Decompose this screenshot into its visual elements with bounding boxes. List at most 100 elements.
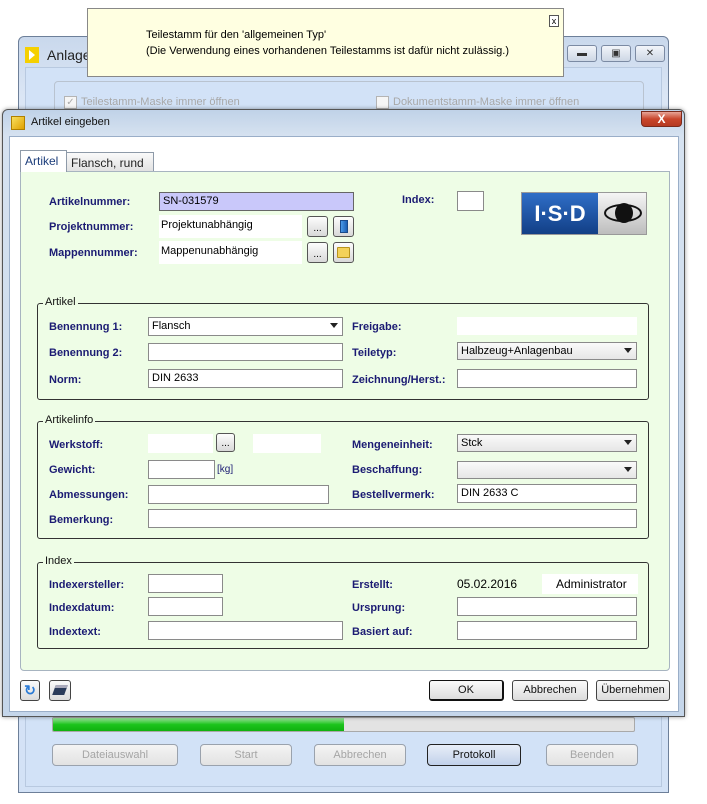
eye-icon <box>598 193 646 234</box>
abmessungen-label: Abmessungen: <box>49 489 129 501</box>
start-button[interactable]: Start <box>200 744 292 766</box>
gewicht-input[interactable] <box>148 460 215 479</box>
index-input[interactable] <box>457 191 484 211</box>
artikelnummer-label: Artikelnummer: <box>49 196 131 208</box>
projekt-browse-button[interactable]: ... <box>307 216 328 237</box>
erstellt-label: Erstellt: <box>352 579 393 591</box>
chevron-down-icon <box>330 323 338 328</box>
basiert-label: Basiert auf: <box>352 626 413 638</box>
chevron-down-icon <box>624 348 632 353</box>
maximize-button[interactable]: ▣ <box>601 45 631 62</box>
norm-label: Norm: <box>49 374 82 386</box>
index-group-title: Index <box>43 555 74 567</box>
tab-flansch-rund[interactable]: Flansch, rund <box>66 152 154 171</box>
abbrechen-bg-button[interactable]: Abbrechen <box>314 744 406 766</box>
indexdatum-input[interactable] <box>148 597 223 616</box>
erstellt-datum: 05.02.2016 <box>457 577 518 591</box>
zeichnung-label: Zeichnung/Herst.: <box>352 374 446 386</box>
abmessungen-input[interactable] <box>148 485 329 504</box>
checkbox-teilestamm-label: Teilestamm-Maske immer öffnen <box>81 96 240 108</box>
projektnummer-field: Projektunabhängig <box>159 215 302 238</box>
folder-icon <box>337 247 350 258</box>
freigabe-label: Freigabe: <box>352 321 402 333</box>
dialog-title: Artikel eingeben <box>31 116 110 128</box>
gewicht-unit: [kg] <box>217 464 234 475</box>
mengeneinheit-combo[interactable]: Stck <box>457 434 637 452</box>
benennung1-label: Benennung 1: <box>49 321 123 333</box>
benennung1-combo[interactable]: Flansch <box>148 317 343 336</box>
teiletyp-value: Halbzeug+Anlagenbau <box>461 345 573 357</box>
close-button[interactable]: ✕ <box>635 45 665 62</box>
teiletyp-label: Teiletyp: <box>352 347 397 359</box>
dialog-close-button[interactable]: X <box>641 111 682 127</box>
bemerkung-input[interactable] <box>148 509 637 528</box>
benennung1-value: Flansch <box>152 320 191 332</box>
mengeneinheit-label: Mengeneinheit: <box>352 439 433 451</box>
eraser-icon <box>52 685 68 695</box>
isd-logo: I·S·D <box>521 192 647 235</box>
gewicht-label: Gewicht: <box>49 464 96 476</box>
zeichnung-input[interactable] <box>457 369 637 388</box>
mappennummer-label: Mappennummer: <box>49 247 138 259</box>
werkstoff-field <box>148 434 213 453</box>
werkstoff-browse-button[interactable]: ... <box>216 433 235 452</box>
bestellvermerk-label: Bestellvermerk: <box>352 489 435 501</box>
basiert-input[interactable] <box>457 621 637 640</box>
artikelnummer-input[interactable]: SN-031579 <box>159 192 354 211</box>
tab-panel: Artikelnummer: SN-031579 Index: I·S·D Pr… <box>20 171 670 671</box>
eraser-button[interactable] <box>49 680 71 701</box>
ursprung-label: Ursprung: <box>352 602 406 614</box>
ursprung-input[interactable] <box>457 597 637 616</box>
freigabe-field <box>457 317 637 335</box>
checkbox-dokumentstamm-label: Dokumentstamm-Maske immer öffnen <box>393 96 580 108</box>
werkstoff-label: Werkstoff: <box>49 439 104 451</box>
minimize-button[interactable]: ▬ <box>567 45 597 62</box>
mappe-browse-button[interactable]: ... <box>307 242 328 263</box>
benennung2-input[interactable] <box>148 343 343 361</box>
werkstoff-detail-field <box>253 434 321 453</box>
indexersteller-label: Indexersteller: <box>49 579 125 591</box>
binder-icon <box>339 220 348 233</box>
dateiauswahl-button[interactable]: Dateiauswahl <box>52 744 178 766</box>
tooltip-close-button[interactable]: x <box>549 15 559 27</box>
indextext-label: Indextext: <box>49 626 101 638</box>
tooltip-line1: Teilestamm für den 'allgemeinen Typ' <box>146 29 327 41</box>
bemerkung-label: Bemerkung: <box>49 514 114 526</box>
mappennummer-field: Mappenunabhängig <box>159 241 302 264</box>
checkbox-dokumentstamm[interactable] <box>376 96 389 109</box>
refresh-icon: ↻ <box>24 682 36 698</box>
norm-input[interactable]: DIN 2633 <box>148 369 343 388</box>
protokoll-button[interactable]: Protokoll <box>427 744 521 766</box>
tooltip-line2: (Die Verwendung eines vorhandenen Teiles… <box>146 45 509 57</box>
abbrechen-button[interactable]: Abbrechen <box>512 680 588 701</box>
index-label: Index: <box>402 194 435 206</box>
beenden-button[interactable]: Beenden <box>546 744 638 766</box>
mappe-open-button[interactable] <box>333 242 354 263</box>
ok-button[interactable]: OK <box>429 680 504 701</box>
artikel-group-title: Artikel <box>43 296 78 308</box>
artikelinfo-group-title: Artikelinfo <box>43 414 96 426</box>
checkbox-teilestamm[interactable]: ✓ <box>64 96 77 109</box>
erstellt-user: Administrator <box>542 574 638 594</box>
beschaffung-label: Beschaffung: <box>352 464 423 476</box>
projekt-open-button[interactable] <box>333 216 354 237</box>
bestellvermerk-input[interactable]: DIN 2633 C <box>457 484 637 503</box>
dialog-icon <box>11 116 25 130</box>
benennung2-label: Benennung 2: <box>49 347 123 359</box>
indexdatum-label: Indexdatum: <box>49 602 115 614</box>
chevron-down-icon <box>624 467 632 472</box>
artikel-dialog: Artikel eingeben X Artikel Flansch, rund… <box>2 109 685 717</box>
uebernehmen-button[interactable]: Übernehmen <box>596 680 670 701</box>
teiletyp-combo[interactable]: Halbzeug+Anlagenbau <box>457 342 637 360</box>
tab-artikel[interactable]: Artikel <box>20 150 67 172</box>
dialog-body: Artikel Flansch, rund Artikelnummer: SN-… <box>9 136 679 712</box>
progress-bar <box>52 717 635 732</box>
indexersteller-input[interactable] <box>148 574 223 593</box>
indextext-input[interactable] <box>148 621 343 640</box>
app-icon <box>25 47 39 63</box>
beschaffung-combo[interactable] <box>457 461 637 479</box>
projektnummer-label: Projektnummer: <box>49 221 134 233</box>
chevron-down-icon <box>624 440 632 445</box>
tooltip: Teilestamm für den 'allgemeinen Typ' (Di… <box>87 8 564 77</box>
refresh-button[interactable]: ↻ <box>20 680 40 701</box>
